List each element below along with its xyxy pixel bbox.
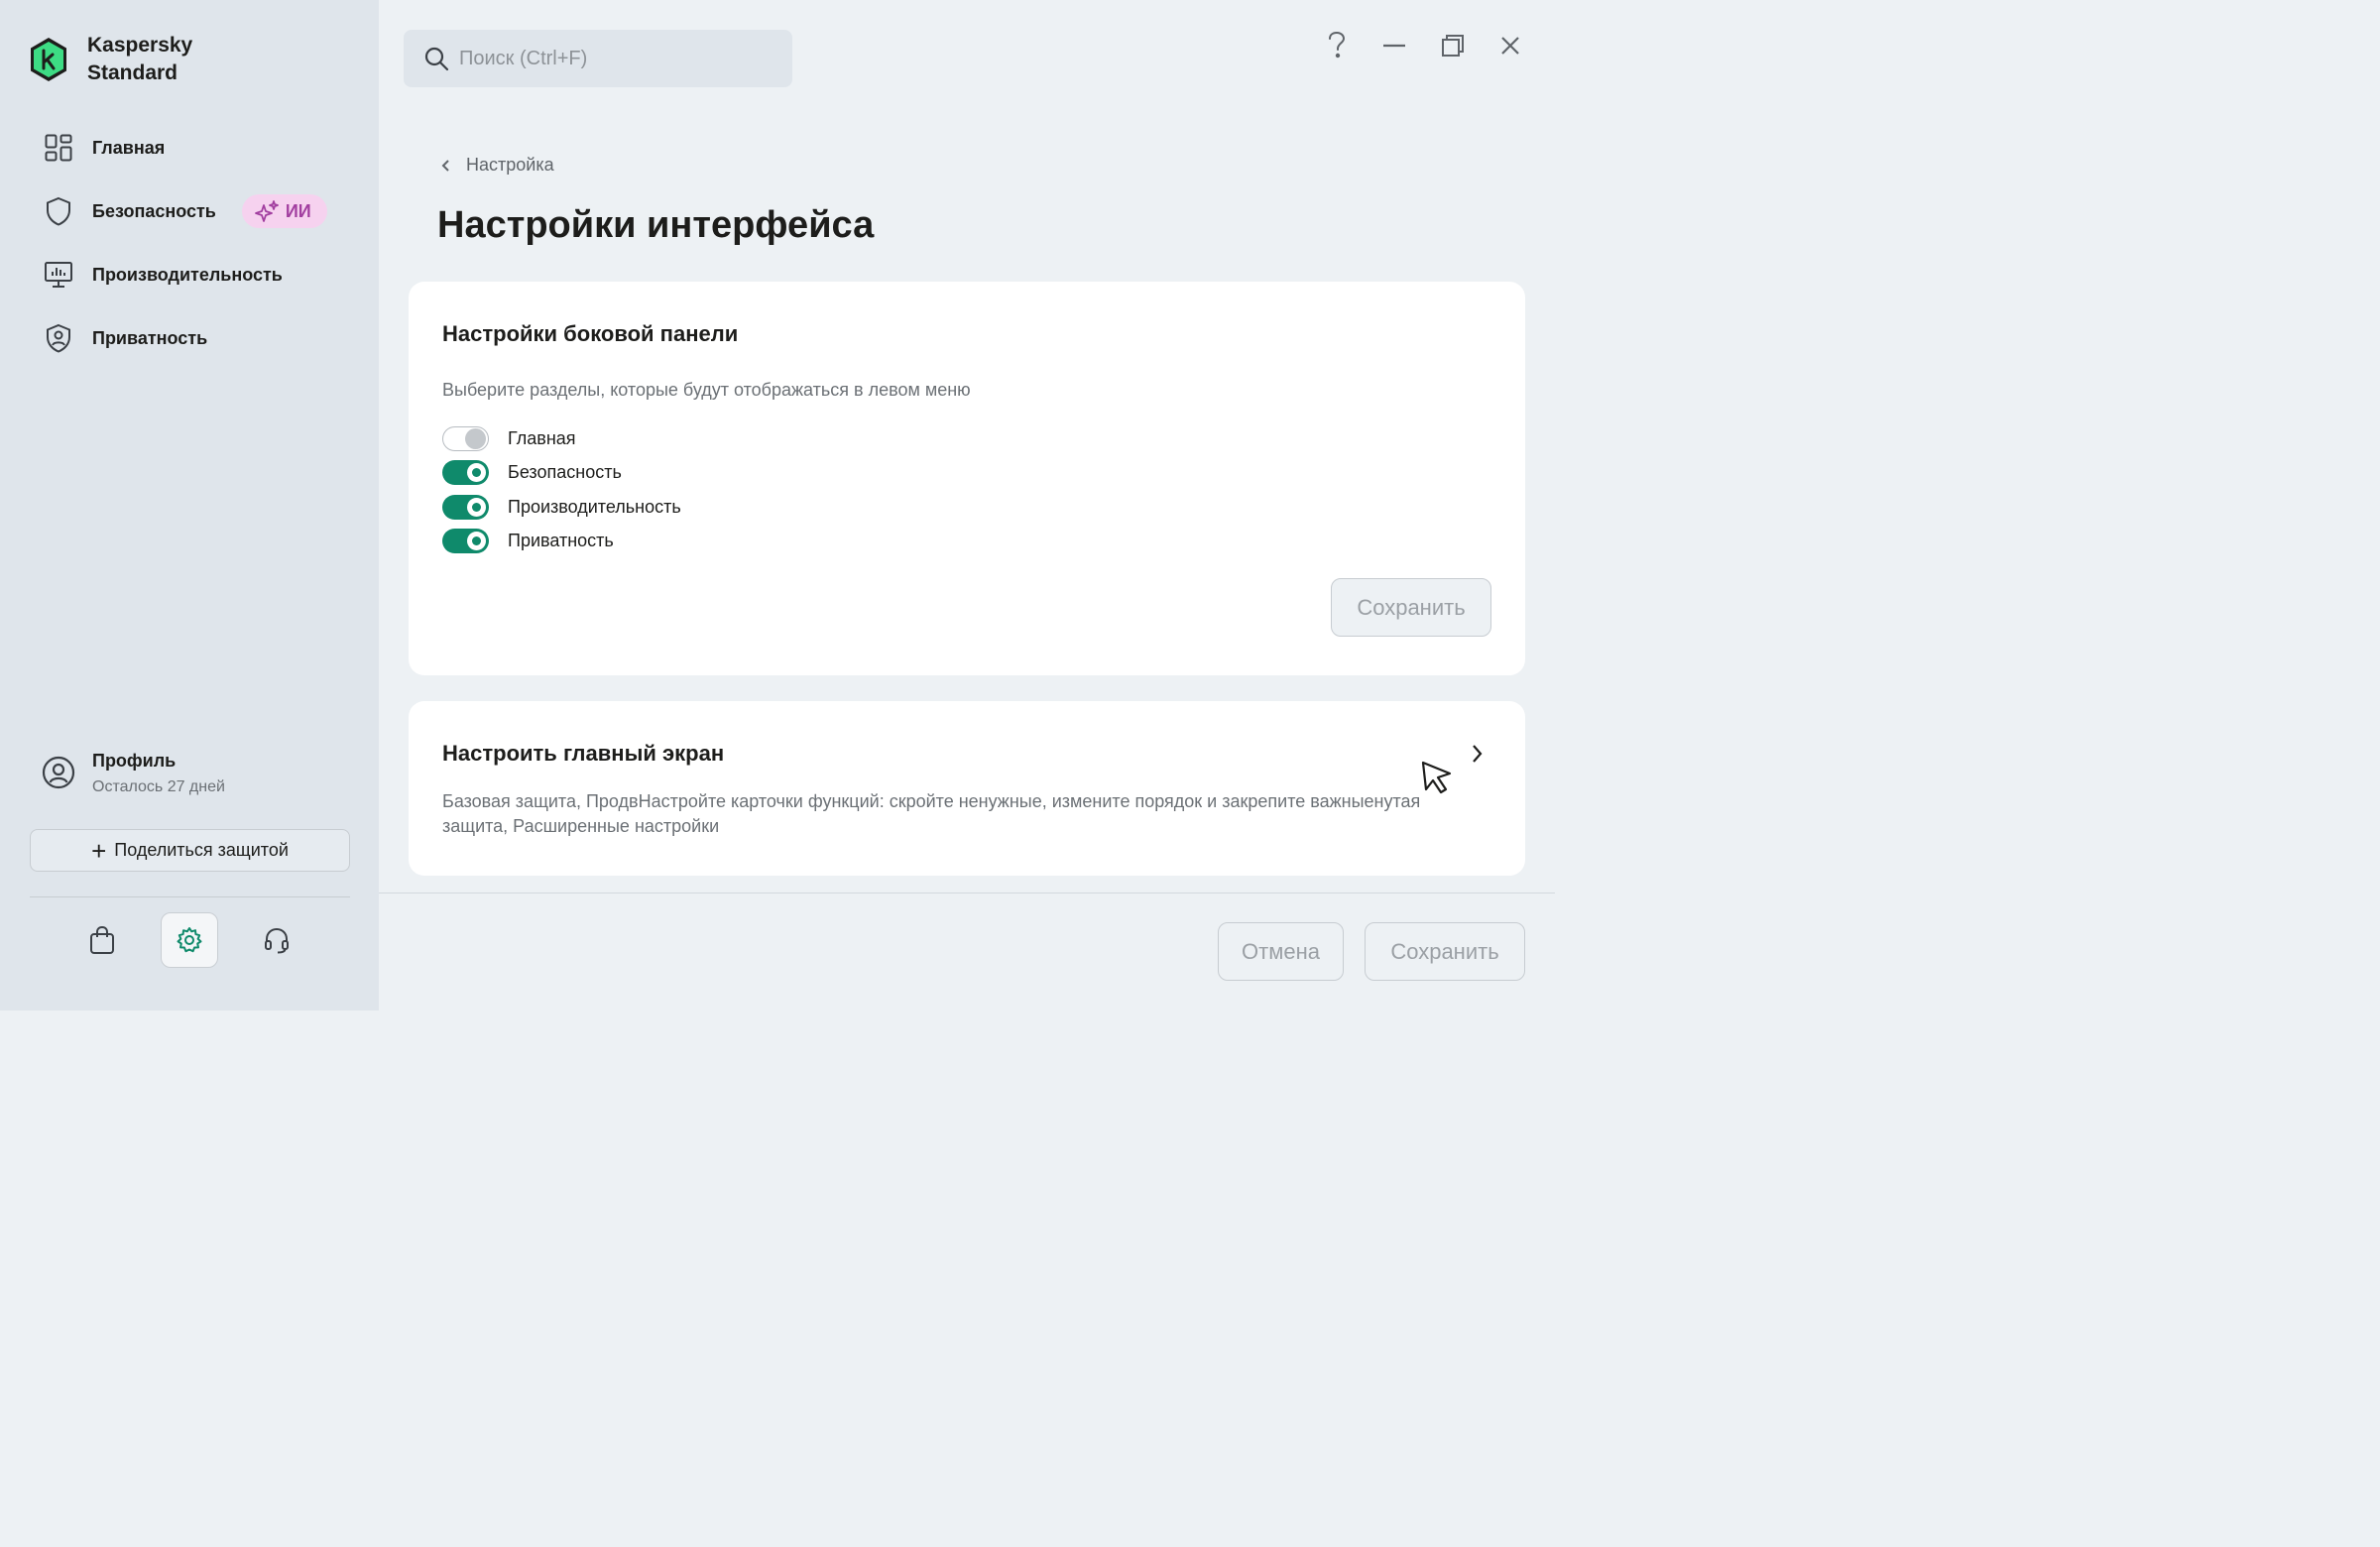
toggle-row-home: Главная bbox=[442, 421, 681, 456]
license-days-left: Осталось 27 дней bbox=[92, 778, 225, 795]
share-protection-label: Поделиться защитой bbox=[114, 840, 289, 860]
page-title: Настройки интерфейса bbox=[437, 204, 875, 246]
chevron-right-icon bbox=[1473, 745, 1483, 763]
brand: Kaspersky Standard bbox=[28, 32, 192, 87]
sidebar-item-label: Безопасность bbox=[92, 200, 216, 221]
sidebar-item-label: Производительность bbox=[92, 264, 283, 285]
restore-button[interactable] bbox=[1435, 28, 1471, 63]
restore-icon bbox=[1442, 35, 1464, 57]
sidebar-settings-title: Настройки боковой панели bbox=[442, 321, 739, 346]
sidebar-item-privacy[interactable]: Приватность bbox=[0, 306, 379, 370]
sparkle-icon bbox=[254, 200, 279, 222]
sidebar-toggle-list: Главная Безопасность Производительность … bbox=[442, 421, 681, 558]
headset-icon bbox=[265, 927, 289, 954]
ai-badge-label: ИИ bbox=[285, 200, 311, 221]
sidebar-settings-save-button[interactable]: Сохранить bbox=[1331, 578, 1491, 637]
profile-text: Профиль Осталось 27 дней bbox=[92, 748, 225, 801]
brand-line1: Kaspersky bbox=[87, 34, 193, 57]
toggle-switch-home[interactable] bbox=[442, 425, 489, 451]
shield-icon bbox=[44, 196, 73, 226]
sidebar: Kaspersky Standard Главная Безопасность … bbox=[0, 0, 379, 1011]
help-button[interactable] bbox=[1319, 28, 1355, 63]
privacy-shield-icon bbox=[44, 323, 73, 353]
store-button[interactable] bbox=[73, 912, 131, 968]
dashboard-icon bbox=[44, 133, 73, 163]
toggle-row-privacy: Приватность bbox=[442, 525, 681, 559]
sidebar-item-label: Главная bbox=[92, 137, 166, 158]
monitor-chart-icon bbox=[44, 260, 73, 290]
sidebar-item-performance[interactable]: Производительность bbox=[0, 243, 379, 306]
home-screen-description: Базовая защита, ПродвНастройте карточки … bbox=[442, 791, 1421, 836]
user-circle-icon bbox=[42, 756, 75, 789]
minimize-icon bbox=[1383, 44, 1405, 48]
sidebar-settings-subtitle: Выберите разделы, которые будут отобража… bbox=[442, 380, 971, 400]
brand-name: Kaspersky Standard bbox=[87, 32, 192, 87]
cancel-button[interactable]: Отмена bbox=[1218, 922, 1344, 981]
sidebar-divider bbox=[30, 896, 350, 897]
share-protection-button[interactable]: + Поделиться защитой bbox=[30, 829, 350, 872]
kaspersky-logo-icon bbox=[31, 38, 66, 81]
sidebar-nav: Главная Безопасность ИИ Производительнос… bbox=[0, 116, 379, 370]
toggle-switch-performance[interactable] bbox=[442, 494, 489, 520]
toggle-label: Производительность bbox=[508, 496, 681, 517]
search-box[interactable] bbox=[404, 30, 792, 87]
search-icon bbox=[424, 47, 449, 71]
plus-icon: + bbox=[91, 835, 107, 866]
close-icon bbox=[1501, 37, 1519, 55]
chevron-left-icon bbox=[441, 159, 449, 172]
mouse-pointer-icon bbox=[1421, 761, 1452, 794]
profile[interactable]: Профиль Осталось 27 дней bbox=[42, 748, 225, 801]
home-screen-settings-card[interactable]: Настроить главный экран Базовая защита, … bbox=[409, 701, 1525, 876]
toggle-switch-privacy[interactable] bbox=[442, 529, 489, 554]
toggle-label: Безопасность bbox=[508, 462, 622, 483]
gear-icon bbox=[177, 927, 202, 953]
profile-name: Профиль bbox=[92, 751, 177, 771]
shopping-bag-icon bbox=[90, 925, 114, 954]
settings-button[interactable] bbox=[161, 912, 218, 968]
search-input[interactable] bbox=[459, 47, 776, 70]
support-button[interactable] bbox=[248, 912, 305, 968]
close-button[interactable] bbox=[1492, 28, 1528, 63]
sidebar-item-label: Приватность bbox=[92, 327, 208, 348]
sidebar-item-security[interactable]: Безопасность ИИ bbox=[0, 179, 379, 243]
ai-badge[interactable]: ИИ bbox=[241, 194, 327, 228]
save-button[interactable]: Сохранить bbox=[1365, 922, 1525, 981]
brand-line2: Standard bbox=[87, 61, 178, 84]
toggle-row-security: Безопасность bbox=[442, 456, 681, 491]
sidebar-settings-card: Настройки боковой панели Выберите раздел… bbox=[409, 282, 1525, 675]
footer-divider bbox=[379, 892, 1555, 893]
minimize-button[interactable] bbox=[1376, 28, 1412, 63]
toggle-row-performance: Производительность bbox=[442, 490, 681, 525]
toggle-switch-security[interactable] bbox=[442, 460, 489, 486]
help-icon bbox=[1329, 31, 1346, 59]
breadcrumb-label: Настройка bbox=[466, 155, 554, 175]
sidebar-item-home[interactable]: Главная bbox=[0, 116, 379, 179]
breadcrumb[interactable]: Настройка bbox=[440, 155, 554, 176]
toggle-label: Главная bbox=[508, 427, 576, 448]
toggle-label: Приватность bbox=[508, 531, 614, 551]
home-screen-title: Настроить главный экран bbox=[442, 741, 725, 766]
